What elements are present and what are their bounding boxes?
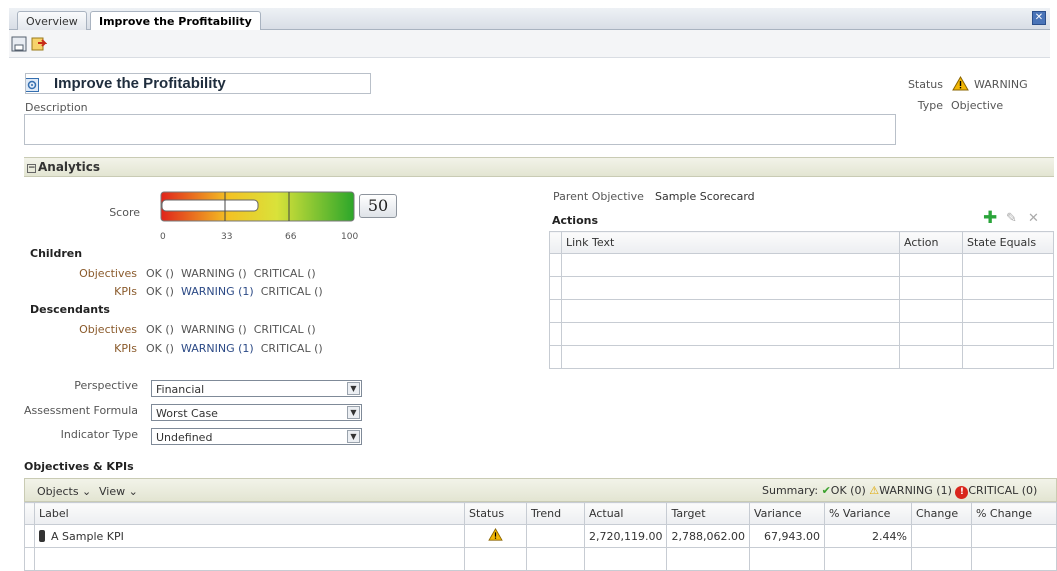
descendants-kpis-warning-link[interactable]: WARNING (1) <box>181 342 254 355</box>
children-objectives-label: Objectives <box>79 267 137 280</box>
gauge-tick-0: 0 <box>160 232 166 242</box>
objects-menu[interactable]: Objects ⌄ <box>37 485 91 498</box>
description-input[interactable] <box>24 114 896 145</box>
tab-improve-profitability[interactable]: Improve the Profitability <box>90 11 261 31</box>
assessment-formula-select[interactable]: Worst Case ▼ <box>151 404 362 421</box>
actions-table: Link Text Action State Equals <box>549 231 1054 369</box>
table-row[interactable] <box>549 253 1054 277</box>
column-header[interactable]: % Change <box>970 502 1057 525</box>
table-row[interactable] <box>24 547 1057 571</box>
column-header[interactable]: Status <box>464 502 527 525</box>
column-header[interactable]: Link Text <box>561 231 900 254</box>
column-header[interactable]: Label <box>34 502 465 525</box>
children-kpis-status: OK () WARNING (1) CRITICAL () <box>146 285 323 298</box>
score-value: 50 <box>359 194 397 218</box>
kpi-target-cell: 2,788,062.00 <box>666 524 750 548</box>
table-row[interactable] <box>549 276 1054 300</box>
perspective-label: Perspective <box>74 379 138 392</box>
gauge-tick-66: 66 <box>285 232 297 242</box>
critical-icon: ! <box>955 486 969 499</box>
column-header[interactable]: Target <box>666 502 750 525</box>
section-title: Analytics <box>38 160 100 174</box>
column-header[interactable]: Change <box>910 502 972 525</box>
collapse-icon[interactable]: − <box>27 164 36 173</box>
kpi-label-cell[interactable]: A Sample KPI <box>34 524 465 548</box>
kpi-variance-cell: 67,943.00 <box>748 524 825 548</box>
column-header[interactable]: Variance <box>748 502 825 525</box>
indicator-type-label: Indicator Type <box>60 428 138 441</box>
column-header[interactable]: Actual <box>583 502 668 525</box>
warning-icon: ⚠ <box>869 484 880 497</box>
edit-icon[interactable]: ✎ <box>1006 211 1017 226</box>
score-label: Score <box>109 206 140 219</box>
descendants-objectives-label: Objectives <box>79 323 137 336</box>
indicator-type-select[interactable]: Undefined ▼ <box>151 428 362 445</box>
export-icon[interactable] <box>31 36 47 52</box>
gauge-tick-100: 100 <box>341 232 359 242</box>
column-header[interactable]: State Equals <box>962 231 1054 254</box>
warning-icon <box>488 527 503 541</box>
children-objectives-status: OK () WARNING () CRITICAL () <box>146 267 316 280</box>
descendants-title: Descendants <box>30 303 110 316</box>
tab-bar: Overview Improve the Profitability ✕ <box>9 8 1050 31</box>
kpi-status-cell <box>464 524 527 548</box>
parent-objective-value: Sample Scorecard <box>655 190 755 203</box>
traffic-light-icon <box>39 529 45 542</box>
children-title: Children <box>30 247 83 260</box>
view-menu[interactable]: View ⌄ <box>99 485 138 498</box>
column-header[interactable]: Trend <box>526 502 585 525</box>
analytics-section-header[interactable]: − Analytics <box>24 157 1054 177</box>
tab-overview[interactable]: Overview <box>17 11 87 30</box>
table-row[interactable] <box>549 322 1054 346</box>
close-icon[interactable]: ✕ <box>1032 11 1046 25</box>
kpi-pct-change-cell <box>970 524 1057 548</box>
actions-title: Actions <box>552 214 598 227</box>
gauge-indicator <box>161 199 259 212</box>
children-kpis-warning-link[interactable]: WARNING (1) <box>181 285 254 298</box>
gauge-tick-33: 33 <box>221 232 233 242</box>
perspective-select[interactable]: Financial ▼ <box>151 380 362 397</box>
kpi-actual-cell: 2,720,119.00 <box>583 524 668 548</box>
warning-icon <box>952 76 969 91</box>
table-row[interactable] <box>549 299 1054 323</box>
table-row[interactable] <box>549 345 1054 369</box>
descendants-objectives-status: OK () WARNING () CRITICAL () <box>146 323 316 336</box>
check-icon: ✔ <box>821 484 831 497</box>
kpi-change-cell <box>910 524 972 548</box>
toolbar <box>9 30 1050 58</box>
status-value: WARNING <box>974 78 1028 91</box>
description-label: Description <box>25 101 88 114</box>
save-icon[interactable] <box>11 36 27 52</box>
title-input[interactable]: Improve the Profitability <box>25 73 371 94</box>
objectives-kpis-title: Objectives & KPIs <box>24 460 134 473</box>
type-label: Type <box>917 99 943 112</box>
table-row[interactable]: A Sample KPI 2,720,119.00 2,788,062.00 6… <box>24 524 1057 548</box>
delete-icon[interactable]: ✕ <box>1028 211 1039 226</box>
status-label: Status <box>907 78 943 91</box>
type-value: Objective <box>951 99 1004 112</box>
assessment-formula-label: Assessment Formula <box>24 404 138 417</box>
column-header[interactable]: Action <box>899 231 963 254</box>
chevron-down-icon[interactable]: ▼ <box>347 406 360 419</box>
chevron-down-icon[interactable]: ▼ <box>347 382 360 395</box>
chevron-down-icon[interactable]: ▼ <box>347 430 360 443</box>
descendants-kpis-status: OK () WARNING (1) CRITICAL () <box>146 342 323 355</box>
objectives-kpis-toolbar: Objects ⌄ View ⌄ Summary: ✔OK (0) ⚠WARNI… <box>24 478 1057 502</box>
descendants-kpis-label: KPIs <box>114 342 137 355</box>
children-kpis-label: KPIs <box>114 285 137 298</box>
parent-objective-label: Parent Objective <box>553 190 644 203</box>
kpi-pct-variance-cell: 2.44% <box>823 524 912 548</box>
score-gauge <box>160 191 355 222</box>
summary-bar: Summary: ✔OK (0) ⚠WARNING (1) ! CRITICAL … <box>762 484 1038 499</box>
add-icon[interactable]: ✚ <box>983 210 997 227</box>
kpi-trend-cell <box>526 524 585 548</box>
column-header[interactable]: % Variance <box>823 502 912 525</box>
